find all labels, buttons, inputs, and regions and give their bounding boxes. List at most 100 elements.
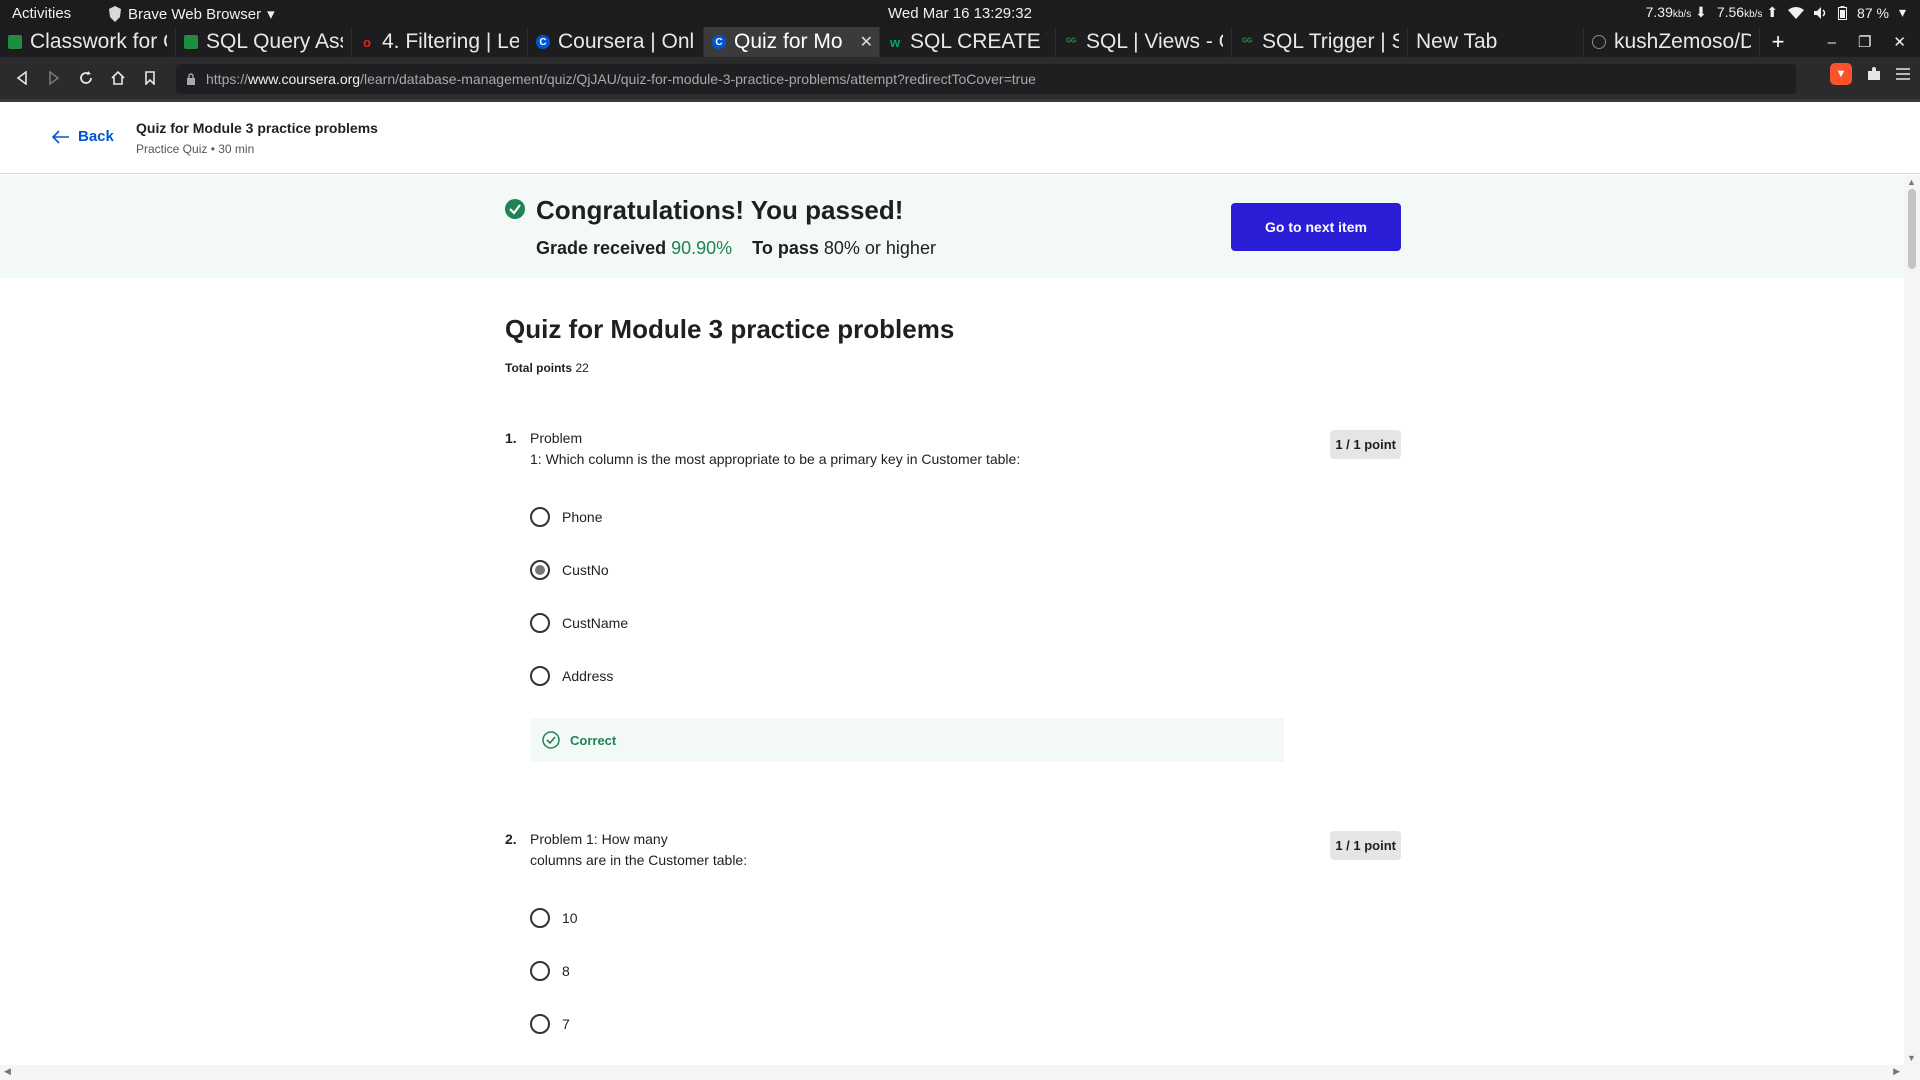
radio-button[interactable] bbox=[530, 1014, 550, 1034]
grade-value: 90.90% bbox=[671, 238, 733, 258]
quiz-header-title: Quiz for Module 3 practice problems bbox=[136, 120, 378, 136]
question-1: 1. Problem 1: Which column is the most a… bbox=[505, 428, 1401, 768]
correct-feedback: Correct bbox=[530, 718, 1284, 762]
answer-option[interactable]: CustName bbox=[530, 613, 628, 633]
caret-down-icon: ▾ bbox=[267, 6, 275, 23]
back-arrow-icon[interactable] bbox=[6, 62, 38, 94]
grade-summary: Grade received 90.90% To pass 80% or hig… bbox=[536, 238, 936, 259]
menu-icon[interactable] bbox=[1896, 68, 1910, 80]
vertical-scrollbar[interactable]: ▲ ▼ bbox=[1904, 175, 1920, 1065]
scrollbar-thumb[interactable] bbox=[1908, 189, 1916, 269]
answer-option[interactable]: 10 bbox=[530, 908, 578, 928]
radio-button[interactable] bbox=[530, 613, 550, 633]
go-to-next-item-button[interactable]: Go to next item bbox=[1231, 203, 1401, 251]
check-circle-icon bbox=[505, 199, 525, 219]
net-up-rate: 7.56kb/s ⬆ bbox=[1716, 4, 1779, 20]
home-icon[interactable] bbox=[102, 62, 134, 94]
radio-button[interactable] bbox=[530, 961, 550, 981]
bookmark-icon[interactable] bbox=[134, 62, 166, 94]
check-circle-outline-icon bbox=[542, 731, 560, 749]
brave-shields-icon[interactable]: ▼ bbox=[1830, 63, 1852, 85]
arrow-up-icon: ⬆ bbox=[1766, 4, 1779, 20]
answer-option-selected[interactable]: CustNo bbox=[530, 560, 609, 580]
w3schools-icon: w bbox=[889, 34, 901, 50]
lock-icon bbox=[187, 73, 195, 85]
arrow-left-icon bbox=[52, 129, 69, 144]
browser-tab[interactable]: C Coursera | Onli bbox=[528, 27, 704, 57]
gfg-icon: ᴳᴳ bbox=[1065, 36, 1077, 48]
gfg-icon: ᴳᴳ bbox=[1241, 36, 1253, 48]
answer-option[interactable]: Phone bbox=[530, 507, 602, 527]
url-path: /learn/database-management/quiz/QjJAU/qu… bbox=[360, 71, 1036, 87]
github-icon bbox=[1592, 35, 1606, 49]
answer-option[interactable]: 8 bbox=[530, 961, 570, 981]
reload-icon[interactable] bbox=[70, 62, 102, 94]
scroll-right-icon[interactable]: ▶ bbox=[1893, 1066, 1900, 1077]
caret-down-icon: ▾ bbox=[1898, 4, 1906, 20]
question-2: 2. Problem 1: How many columns are in th… bbox=[505, 829, 1401, 1059]
address-bar[interactable]: https://www.coursera.org/learn/database-… bbox=[176, 64, 1796, 94]
pass-title: Congratulations! You passed! bbox=[536, 195, 904, 225]
url-prefix: https:// bbox=[206, 71, 249, 87]
browser-tab[interactable]: New Tab bbox=[1408, 27, 1584, 57]
pass-label: To pass bbox=[752, 238, 819, 258]
browser-tab[interactable]: ᴳᴳ SQL | Views - G bbox=[1056, 27, 1232, 57]
browser-tab[interactable]: Classwork for C bbox=[0, 27, 176, 57]
coursera-icon: C bbox=[536, 35, 550, 49]
quiz-title: Quiz for Module 3 practice problems bbox=[505, 314, 955, 344]
back-link[interactable]: Back bbox=[52, 128, 114, 145]
browser-tab[interactable]: w SQL CREATE VI bbox=[880, 27, 1056, 57]
scroll-up-icon[interactable]: ▲ bbox=[1907, 177, 1916, 187]
quiz-header-meta: Practice Quiz • 30 min bbox=[136, 142, 255, 156]
coursera-icon: C bbox=[712, 35, 726, 49]
arrow-down-icon: ⬇ bbox=[1695, 4, 1707, 20]
browser-tab[interactable]: kushZemoso/D bbox=[1584, 27, 1760, 57]
pass-banner: Congratulations! You passed! Grade recei… bbox=[0, 175, 1904, 278]
radio-button[interactable] bbox=[530, 908, 550, 928]
restore-icon[interactable]: ❐ bbox=[1858, 33, 1871, 51]
browser-tab[interactable]: o 4. Filtering | Le bbox=[352, 27, 528, 57]
radio-button-checked[interactable] bbox=[530, 560, 550, 580]
pass-threshold: 80% or higher bbox=[823, 238, 936, 258]
navigation-bar: https://www.coursera.org/learn/database-… bbox=[0, 57, 1920, 102]
scroll-down-icon[interactable]: ▼ bbox=[1907, 1053, 1916, 1063]
o-icon: o bbox=[363, 34, 371, 50]
new-tab-button[interactable]: + bbox=[1760, 27, 1796, 57]
activities-button[interactable]: Activities bbox=[12, 5, 71, 22]
answer-option[interactable]: 7 bbox=[530, 1014, 570, 1034]
browser-tab[interactable]: SQL Query Ass bbox=[176, 27, 352, 57]
radio-button[interactable] bbox=[530, 666, 550, 686]
system-tray[interactable]: 7.39kb/s ⬇ 7.56kb/s ⬆ 87 % ▾ bbox=[1646, 4, 1906, 21]
app-name: Brave Web Browser bbox=[128, 5, 262, 23]
question-number: 1. bbox=[505, 430, 517, 446]
horizontal-scrollbar[interactable]: ◀ ▶ bbox=[0, 1065, 1920, 1080]
question-text: Problem 1: How many columns are in the C… bbox=[530, 831, 748, 868]
question-text: Problem 1: Which column is the most appr… bbox=[530, 430, 1021, 467]
course-header: Back Quiz for Module 3 practice problems… bbox=[0, 104, 1920, 174]
question-number: 2. bbox=[505, 831, 517, 847]
app-menu[interactable]: Brave Web Browser ▾ bbox=[108, 5, 275, 23]
brave-logo-icon bbox=[109, 6, 121, 22]
close-tab-icon[interactable]: ✕ bbox=[860, 32, 873, 52]
battery-icon bbox=[1838, 5, 1848, 20]
quiz-header: Quiz for Module 3 practice problems Prac… bbox=[136, 120, 378, 156]
wifi-icon bbox=[1788, 6, 1805, 19]
forward-arrow-icon[interactable] bbox=[38, 62, 70, 94]
grade-label: Grade received bbox=[536, 238, 667, 258]
url-host: www.coursera.org bbox=[248, 71, 361, 87]
close-window-icon[interactable]: ✕ bbox=[1893, 33, 1906, 51]
net-down-rate: 7.39kb/s ⬇ bbox=[1645, 4, 1707, 20]
browser-tab-active[interactable]: C Quiz for Mo ✕ bbox=[704, 27, 880, 57]
scroll-left-icon[interactable]: ◀ bbox=[4, 1066, 11, 1077]
window-controls: – ❐ ✕ bbox=[1828, 27, 1920, 57]
classroom-icon bbox=[184, 35, 198, 49]
minimize-icon[interactable]: – bbox=[1828, 34, 1836, 51]
radio-button[interactable] bbox=[530, 507, 550, 527]
extensions-icon[interactable] bbox=[1866, 66, 1882, 82]
clock: Wed Mar 16 13:29:32 bbox=[888, 5, 1032, 22]
volume-icon bbox=[1814, 6, 1826, 19]
question-points: 1 / 1 point bbox=[1330, 430, 1401, 459]
answer-option[interactable]: Address bbox=[530, 666, 613, 686]
total-points: Total points 22 bbox=[505, 361, 589, 375]
browser-tab[interactable]: ᴳᴳ SQL Trigger | S bbox=[1232, 27, 1408, 57]
